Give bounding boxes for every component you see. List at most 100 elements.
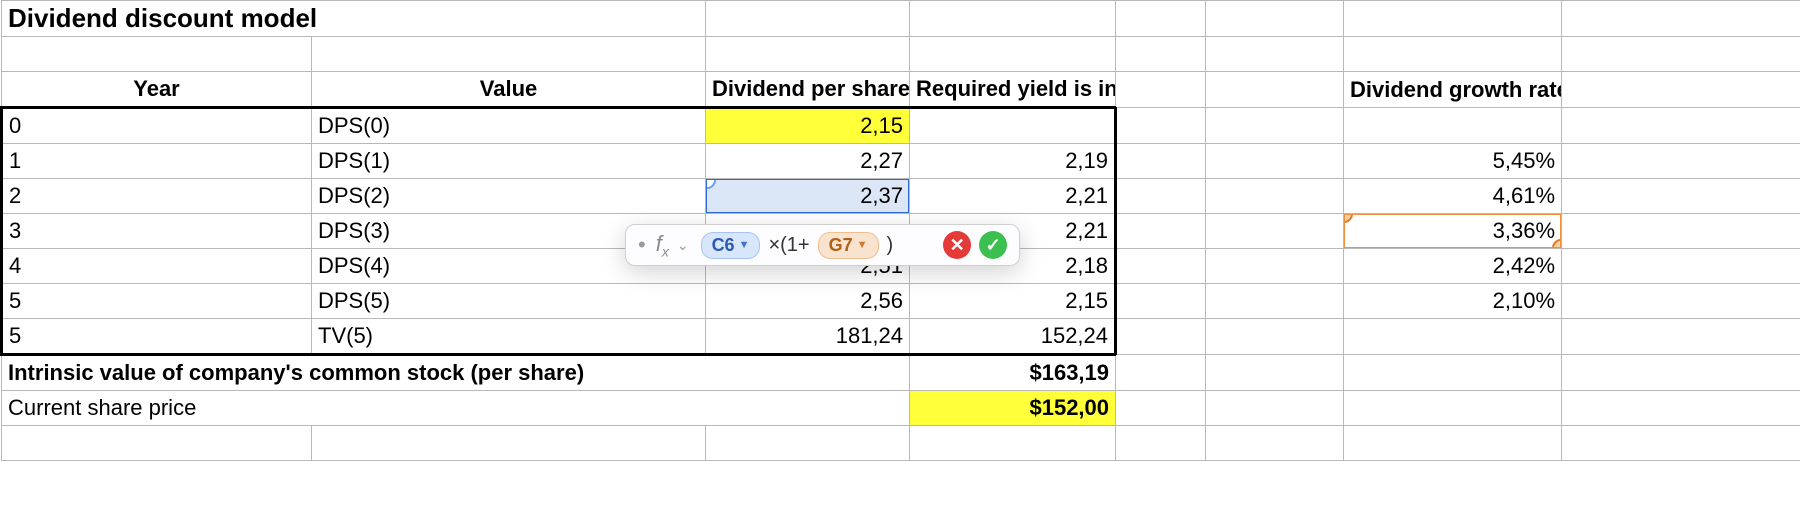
cell-dps[interactable]: 2,56 xyxy=(706,284,910,319)
cell[interactable] xyxy=(1116,72,1206,108)
cell[interactable] xyxy=(1562,37,1800,72)
cell[interactable] xyxy=(1344,426,1562,461)
cell[interactable] xyxy=(910,426,1116,461)
formula-token-c6[interactable]: C6 ▼ xyxy=(701,232,761,259)
cell-dps[interactable]: 2,15 xyxy=(706,108,910,144)
table-row: 0 DPS(0) 2,15 xyxy=(2,108,1800,144)
cell[interactable] xyxy=(312,426,706,461)
cell[interactable] xyxy=(1116,426,1206,461)
cell[interactable] xyxy=(1562,319,1800,355)
cell-growth[interactable] xyxy=(1344,108,1562,144)
share-price-value[interactable]: $152,00 xyxy=(910,391,1116,426)
cell[interactable] xyxy=(1206,355,1344,391)
cell[interactable] xyxy=(1116,249,1206,284)
cell-value[interactable]: TV(5) xyxy=(312,319,706,355)
cell-dps-selected[interactable]: 2,37 xyxy=(706,179,910,214)
cell[interactable] xyxy=(1116,1,1206,37)
cell[interactable] xyxy=(1344,1,1562,37)
cell[interactable] xyxy=(1562,214,1800,249)
cell[interactable] xyxy=(1116,284,1206,319)
cell[interactable] xyxy=(1206,108,1344,144)
cell[interactable] xyxy=(2,426,312,461)
cell-growth[interactable]: 2,42% xyxy=(1344,249,1562,284)
confirm-button[interactable]: ✓ xyxy=(979,231,1007,259)
cell[interactable] xyxy=(1562,391,1800,426)
cell[interactable] xyxy=(1116,355,1206,391)
cell[interactable] xyxy=(1344,391,1562,426)
cell-required-yield[interactable]: 2,21 xyxy=(910,179,1116,214)
cell-growth[interactable]: 4,61% xyxy=(1344,179,1562,214)
check-icon: ✓ xyxy=(986,235,1001,256)
cell-year[interactable]: 1 xyxy=(2,144,312,179)
cell[interactable] xyxy=(1562,1,1800,37)
cell-year[interactable]: 3 xyxy=(2,214,312,249)
cell-value[interactable]: DPS(1) xyxy=(312,144,706,179)
cell[interactable] xyxy=(1562,108,1800,144)
cell-growth[interactable]: 2,10% xyxy=(1344,284,1562,319)
cell[interactable] xyxy=(1206,284,1344,319)
cell[interactable] xyxy=(1562,249,1800,284)
cell-dps[interactable]: 181,24 xyxy=(706,319,910,355)
cell[interactable] xyxy=(1206,214,1344,249)
cell[interactable] xyxy=(1206,391,1344,426)
header-year: Year xyxy=(2,72,312,108)
cell-value[interactable]: DPS(2) xyxy=(312,179,706,214)
resize-handle-icon[interactable] xyxy=(1552,239,1562,249)
cell[interactable] xyxy=(1344,37,1562,72)
cell-year[interactable]: 4 xyxy=(2,249,312,284)
cell[interactable] xyxy=(1562,179,1800,214)
cell[interactable] xyxy=(1206,319,1344,355)
cell[interactable] xyxy=(1116,391,1206,426)
cell[interactable] xyxy=(706,426,910,461)
intrinsic-value[interactable]: $163,19 xyxy=(910,355,1116,391)
cell[interactable] xyxy=(1116,37,1206,72)
cancel-button[interactable]: ✕ xyxy=(943,231,971,259)
cell[interactable] xyxy=(1116,319,1206,355)
cell-year[interactable]: 5 xyxy=(2,319,312,355)
cell-dps[interactable]: 2,27 xyxy=(706,144,910,179)
cell[interactable] xyxy=(1116,108,1206,144)
cell[interactable] xyxy=(1116,214,1206,249)
cell[interactable] xyxy=(1562,284,1800,319)
cell[interactable] xyxy=(1562,426,1800,461)
cell-required-yield[interactable]: 152,24 xyxy=(910,319,1116,355)
table-row: 5 TV(5) 181,24 152,24 xyxy=(2,319,1800,355)
table-row: 5 DPS(5) 2,56 2,15 2,10% xyxy=(2,284,1800,319)
cell-year[interactable]: 5 xyxy=(2,284,312,319)
cell[interactable] xyxy=(706,1,910,37)
cell-growth-referenced[interactable]: 3,36% xyxy=(1344,214,1562,249)
cell[interactable] xyxy=(1206,426,1344,461)
token-label: G7 xyxy=(829,235,853,256)
cell-growth[interactable]: 5,45% xyxy=(1344,144,1562,179)
cell[interactable] xyxy=(1562,355,1800,391)
cell[interactable] xyxy=(1562,72,1800,108)
cell[interactable] xyxy=(1116,144,1206,179)
cell-year[interactable]: 0 xyxy=(2,108,312,144)
cell[interactable] xyxy=(1116,179,1206,214)
cell-required-yield[interactable]: 2,15 xyxy=(910,284,1116,319)
cell-year[interactable]: 2 xyxy=(2,179,312,214)
cell[interactable] xyxy=(1206,179,1344,214)
cell[interactable] xyxy=(1562,144,1800,179)
cell[interactable] xyxy=(1206,37,1344,72)
cell-required-yield[interactable] xyxy=(910,108,1116,144)
formula-editor[interactable]: • fx ⌄ C6 ▼ ×(1+ G7 ▼ ) ✕ ✓ xyxy=(625,224,1020,266)
cell[interactable] xyxy=(910,1,1116,37)
cell[interactable] xyxy=(1206,144,1344,179)
cell[interactable] xyxy=(1206,1,1344,37)
cell[interactable] xyxy=(312,37,706,72)
cell[interactable] xyxy=(1206,249,1344,284)
cell-growth[interactable] xyxy=(1344,319,1562,355)
cell[interactable] xyxy=(1206,72,1344,108)
cell-value[interactable]: DPS(0) xyxy=(312,108,706,144)
cell[interactable] xyxy=(2,37,312,72)
formula-token-g7[interactable]: G7 ▼ xyxy=(818,232,879,259)
resize-handle-icon[interactable] xyxy=(1344,214,1354,224)
fx-icon[interactable]: fx xyxy=(656,231,669,259)
cell[interactable] xyxy=(1344,355,1562,391)
cell-required-yield[interactable]: 2,19 xyxy=(910,144,1116,179)
cell-value[interactable]: DPS(5) xyxy=(312,284,706,319)
cell[interactable] xyxy=(706,37,910,72)
cell[interactable] xyxy=(910,37,1116,72)
chevron-down-icon[interactable]: ⌄ xyxy=(677,237,689,254)
